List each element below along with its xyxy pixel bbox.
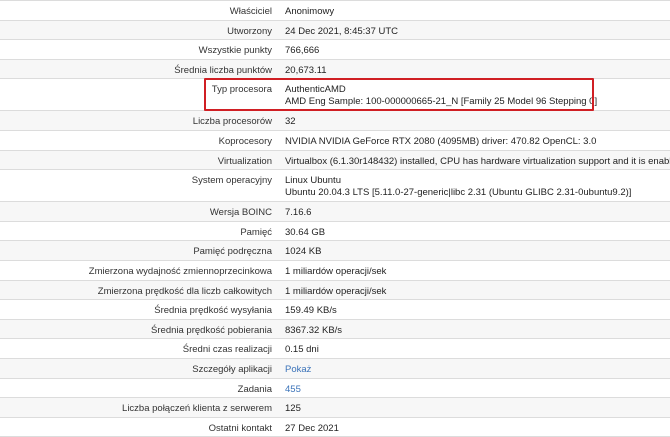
value-text: Virtualbox (6.1.30r148432) installed, CP… — [285, 155, 670, 167]
row-label: Typ procesora — [211, 84, 272, 96]
row-label: Virtualization — [217, 155, 272, 167]
row-label: System operacyjny — [191, 175, 272, 187]
row-virtualization: Virtualization Virtualbox (6.1.30r148432… — [0, 150, 670, 171]
row-value: 7.16.6 — [279, 202, 670, 221]
value-text: 125 — [285, 403, 301, 415]
row-fp-speed: Zmierzona wydajność zmiennoprzecinkowa 1… — [0, 260, 670, 281]
value-text: 1 miliardów operacji/sek — [285, 265, 387, 277]
value-text: AMD Eng Sample: 100-000000665-21_N [Fami… — [285, 96, 598, 108]
row-value: NVIDIA NVIDIA GeForce RTX 2080 (4095MB) … — [279, 131, 670, 150]
value-text: Linux Ubuntu — [285, 175, 341, 187]
value-text: 32 — [285, 116, 296, 128]
row-total-credit: Wszystkie punkty 766,666 — [0, 40, 670, 60]
row-label: Pamięć — [240, 226, 272, 238]
row-value: 24 Dec 2021, 8:45:37 UTC — [279, 21, 670, 40]
row-label: Średnia prędkość pobierania — [151, 324, 272, 336]
value-text: AuthenticAMD — [285, 84, 346, 96]
row-label: Liczba procesorów — [192, 116, 272, 128]
value-text: 0.15 dni — [285, 344, 319, 356]
value-text: 1 miliardów operacji/sek — [285, 285, 387, 297]
value-text: Ubuntu 20.04.3 LTS [5.11.0-27-generic|li… — [285, 187, 632, 199]
value-text: NVIDIA NVIDIA GeForce RTX 2080 (4095MB) … — [285, 135, 597, 147]
row-label: Średni czas realizacji — [182, 344, 272, 356]
row-rpc-count: Liczba połączeń klienta z serwerem 125 — [0, 398, 670, 418]
row-value: AuthenticAMD AMD Eng Sample: 100-0000006… — [279, 79, 670, 110]
row-label: Pamięć podręczna — [193, 246, 272, 258]
value-text: 30.64 GB — [285, 226, 326, 238]
row-upload-rate: Średnia prędkość wysyłania 159.49 KB/s — [0, 300, 670, 320]
value-text: 27 Dec 2021 — [285, 422, 339, 434]
row-label: Utworzony — [227, 25, 272, 37]
row-operating-system: System operacyjny Linux Ubuntu Ubuntu 20… — [0, 170, 670, 203]
row-value: 159.49 KB/s — [279, 300, 670, 319]
value-text: 1024 KB — [285, 246, 322, 258]
row-value: 20,673.11 — [279, 60, 670, 79]
row-value: 32 — [279, 111, 670, 130]
value-text: 8367.32 KB/s — [285, 324, 343, 336]
row-value: 1 miliardów operacji/sek — [279, 281, 670, 300]
row-cpu-type: Typ procesora AuthenticAMD AMD Eng Sampl… — [0, 79, 670, 112]
row-label: Ostatni kontakt — [208, 422, 272, 434]
row-download-rate: Średnia prędkość pobierania 8367.32 KB/s — [0, 319, 670, 340]
value-text: 766,666 — [285, 45, 320, 57]
row-value: 455 — [279, 379, 670, 398]
row-value: 8367.32 KB/s — [279, 320, 670, 339]
row-value: Virtualbox (6.1.30r148432) installed, CP… — [279, 151, 670, 170]
row-int-speed: Zmierzona prędkość dla liczb całkowitych… — [0, 280, 670, 301]
row-label: Szczegóły aplikacji — [192, 363, 272, 375]
row-app-details: Szczegóły aplikacji Pokaż — [0, 358, 670, 379]
row-label: Średnia prędkość wysyłania — [154, 305, 272, 317]
row-value: 0.15 dni — [279, 339, 670, 358]
row-value: 766,666 — [279, 40, 670, 59]
row-value: 27 Dec 2021 — [279, 418, 670, 437]
row-label: Wszystkie punkty — [198, 45, 272, 57]
row-label: Zmierzona prędkość dla liczb całkowitych — [97, 285, 272, 297]
row-value: Pokaż — [279, 359, 670, 378]
row-value: 1 miliardów operacji/sek — [279, 261, 670, 280]
value-text: Anonimowy — [285, 6, 335, 17]
row-label: Właściciel — [229, 6, 272, 17]
row-value: Linux Ubuntu Ubuntu 20.04.3 LTS [5.11.0-… — [279, 170, 670, 201]
row-label: Średnia liczba punktów — [174, 64, 272, 76]
value-text: 24 Dec 2021, 8:45:37 UTC — [285, 25, 399, 37]
row-average-credit: Średnia liczba punktów 20,673.11 — [0, 59, 670, 80]
row-label: Wersja BOINC — [209, 207, 272, 219]
row-cache: Pamięć podręczna 1024 KB — [0, 241, 670, 261]
row-created: Utworzony 24 Dec 2021, 8:45:37 UTC — [0, 20, 670, 41]
row-value: Anonimowy — [279, 1, 670, 20]
row-value: 30.64 GB — [279, 222, 670, 241]
row-value: 125 — [279, 398, 670, 417]
row-label: Liczba połączeń klienta z serwerem — [122, 403, 272, 415]
row-label: Zadania — [237, 383, 272, 395]
value-text: 159.49 KB/s — [285, 305, 337, 317]
row-value: 1024 KB — [279, 241, 670, 260]
row-boinc-version: Wersja BOINC 7.16.6 — [0, 202, 670, 222]
show-app-details-link[interactable]: Pokaż — [285, 364, 670, 376]
row-last-contact: Ostatni kontakt 27 Dec 2021 — [0, 417, 670, 437]
host-details-table: Właściciel Anonimowy Utworzony 24 Dec 20… — [0, 0, 670, 437]
row-owner: Właściciel Anonimowy — [0, 1, 670, 21]
row-coprocessors: Koprocesory NVIDIA NVIDIA GeForce RTX 20… — [0, 130, 670, 151]
row-turnaround: Średni czas realizacji 0.15 dni — [0, 339, 670, 359]
row-cpu-count: Liczba procesorów 32 — [0, 111, 670, 131]
row-label: Koprocesory — [218, 135, 272, 147]
row-memory: Pamięć 30.64 GB — [0, 221, 670, 242]
tasks-link[interactable]: 455 — [285, 384, 670, 396]
row-label: Zmierzona wydajność zmiennoprzecinkowa — [88, 265, 272, 277]
value-text: 7.16.6 — [285, 207, 312, 219]
row-tasks: Zadania 455 — [0, 378, 670, 399]
value-text: 20,673.11 — [285, 64, 327, 76]
